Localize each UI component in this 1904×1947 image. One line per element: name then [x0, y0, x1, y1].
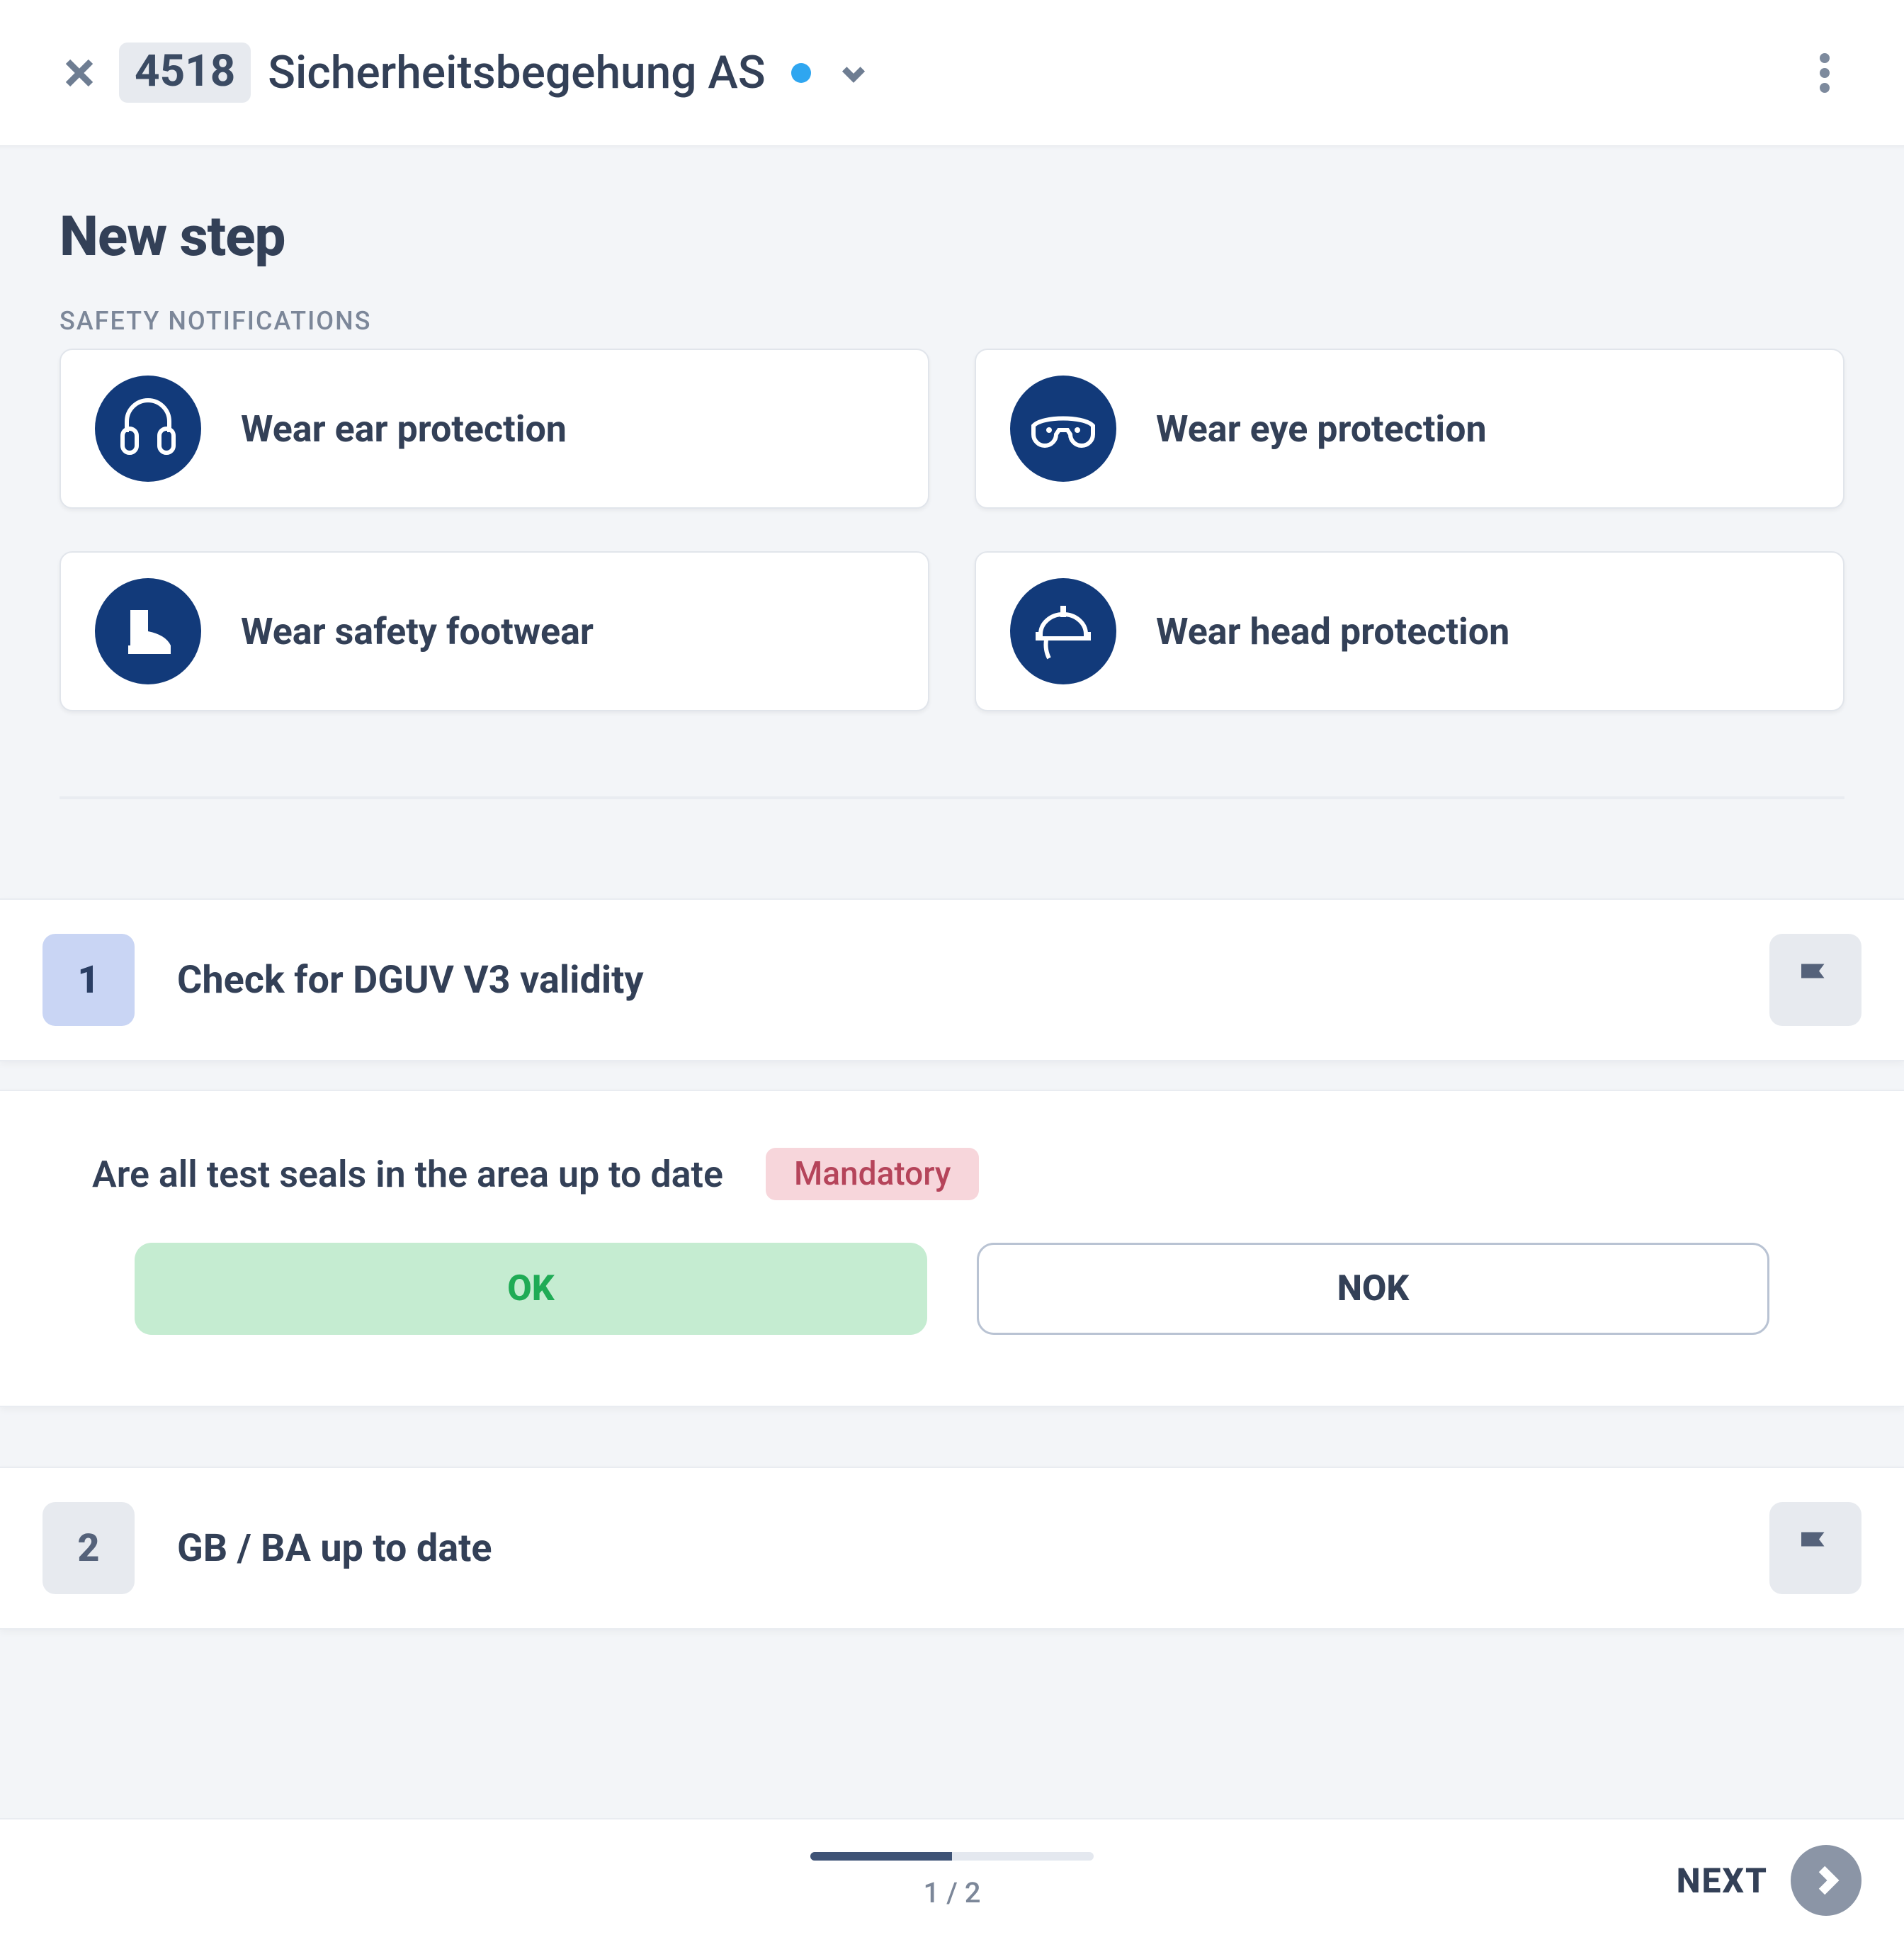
flag-button[interactable] — [1769, 934, 1862, 1026]
status-dot — [791, 63, 811, 83]
step-title: Check for DGUV V3 validity — [177, 958, 1727, 1003]
safety-notifications-label: SAFETY NOTIFICATIONS — [60, 306, 1844, 336]
next-button-group[interactable]: NEXT — [1677, 1845, 1862, 1916]
record-id-chip: 4518 — [119, 43, 251, 103]
safety-card-label: Wear ear protection — [241, 407, 567, 451]
flag-button[interactable] — [1769, 1502, 1862, 1594]
step-title: GB / BA up to date — [177, 1526, 1727, 1571]
answer-buttons: OK NOK — [92, 1243, 1812, 1335]
step-number-badge: 2 — [42, 1502, 135, 1594]
safety-card-safety-footwear[interactable]: Wear safety footwear — [60, 551, 929, 711]
page-title: Sicherheitsbegehung AS — [268, 46, 765, 99]
safety-card-ear-protection[interactable]: Wear ear protection — [60, 349, 929, 509]
flag-icon — [1794, 959, 1837, 1001]
step-row-1[interactable]: 1 Check for DGUV V3 validity — [0, 898, 1904, 1061]
answer-ok-button[interactable]: OK — [135, 1243, 927, 1335]
progress-label: 1 / 2 — [924, 1876, 981, 1909]
safety-card-label: Wear safety footwear — [241, 610, 594, 653]
close-button[interactable] — [60, 53, 99, 93]
chevron-right-icon — [1809, 1863, 1843, 1897]
progress-track — [810, 1852, 1094, 1861]
next-arrow-button[interactable] — [1791, 1845, 1862, 1916]
title-block: 4518 Sicherheitsbegehung AS — [119, 43, 873, 103]
question-line: Are all test seals in the area up to dat… — [92, 1148, 1812, 1200]
step-row-2[interactable]: 2 GB / BA up to date — [0, 1467, 1904, 1630]
close-icon — [62, 56, 96, 90]
mandatory-badge: Mandatory — [766, 1148, 979, 1200]
new-step-section: New step SAFETY NOTIFICATIONS Wear ear p… — [0, 145, 1904, 711]
eye-protection-icon — [1010, 376, 1116, 482]
head-protection-icon — [1010, 578, 1116, 684]
section-divider — [60, 796, 1844, 799]
footer-bar: 1 / 2 NEXT — [0, 1818, 1904, 1947]
more-menu-button[interactable] — [1805, 53, 1844, 93]
answer-nok-button[interactable]: NOK — [977, 1243, 1769, 1335]
next-label: NEXT — [1677, 1861, 1768, 1901]
app-root: 4518 Sicherheitsbegehung AS New step SAF… — [0, 0, 1904, 1947]
safety-card-head-protection[interactable]: Wear head protection — [975, 551, 1844, 711]
progress-indicator: 1 / 2 — [810, 1852, 1094, 1909]
title-dropdown-button[interactable] — [834, 53, 873, 93]
chevron-down-icon — [838, 57, 869, 89]
flag-icon — [1794, 1527, 1837, 1569]
new-step-heading: New step — [60, 205, 1844, 269]
question-text: Are all test seals in the area up to dat… — [92, 1153, 723, 1196]
progress-fill — [810, 1852, 952, 1861]
safety-card-label: Wear eye protection — [1156, 407, 1487, 451]
safety-footwear-icon — [95, 578, 201, 684]
safety-card-label: Wear head protection — [1156, 610, 1509, 653]
question-card: Are all test seals in the area up to dat… — [0, 1090, 1904, 1407]
ear-protection-icon — [95, 376, 201, 482]
step-number-badge: 1 — [42, 934, 135, 1026]
kebab-icon — [1819, 53, 1830, 93]
header-bar: 4518 Sicherheitsbegehung AS — [0, 0, 1904, 145]
safety-card-eye-protection[interactable]: Wear eye protection — [975, 349, 1844, 509]
content-area: New step SAFETY NOTIFICATIONS Wear ear p… — [0, 145, 1904, 1818]
safety-grid: Wear ear protection Wear eye protection … — [60, 349, 1844, 711]
